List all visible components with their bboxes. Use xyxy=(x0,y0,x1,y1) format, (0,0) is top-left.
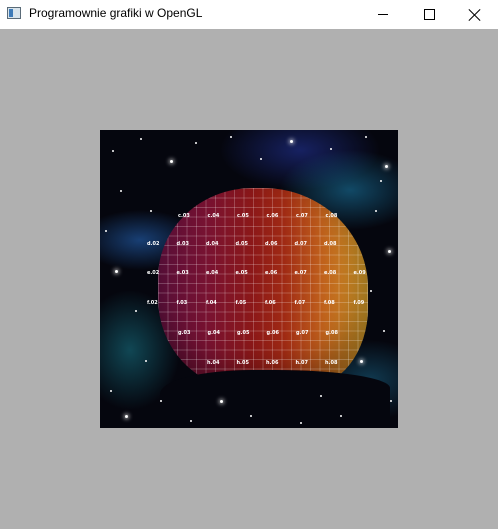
star xyxy=(230,136,232,138)
grid-cell-label: g.08 xyxy=(325,330,338,336)
star xyxy=(160,400,162,402)
grid-cell-label: g.04 xyxy=(207,330,220,336)
opengl-window: Programownie grafiki w OpenGL c.03 c.04 c.… xyxy=(0,0,498,529)
grid-cell-label: e.02 xyxy=(147,270,160,276)
star xyxy=(385,165,388,168)
grid-cell-label: c.03 xyxy=(178,213,190,219)
grid-cell-label: f.09 xyxy=(353,300,365,306)
grid-cell-label: e.03 xyxy=(176,270,189,276)
star xyxy=(260,158,262,160)
star xyxy=(190,420,192,422)
client-area: c.03 c.04 c.05 c.06 c.07 c.08 d.02 d.03 d.04 d.05… xyxy=(0,29,498,529)
grid-cell-label: f.05 xyxy=(235,300,247,306)
star xyxy=(375,210,377,212)
star xyxy=(388,250,391,253)
foreground-silhouette xyxy=(160,370,390,428)
grid-cell-label: g.06 xyxy=(266,330,279,336)
grid-cell-label: d.03 xyxy=(176,241,189,247)
grid-cell-label: c.04 xyxy=(207,213,220,219)
grid-cell-label: e.06 xyxy=(265,270,278,276)
grid-cell-label: g.05 xyxy=(237,330,250,336)
grid-cell-label: d.02 xyxy=(147,241,160,247)
grid-cell-label: d.04 xyxy=(206,241,219,247)
star xyxy=(370,290,372,292)
grid-cell-label: e.05 xyxy=(235,270,248,276)
minimize-button[interactable] xyxy=(360,0,406,29)
maximize-button[interactable] xyxy=(406,0,452,29)
star xyxy=(365,136,367,138)
star xyxy=(125,415,128,418)
grid-cell-label: e.04 xyxy=(206,270,219,276)
grid-cell-label: h.07 xyxy=(295,360,308,366)
opengl-viewport[interactable]: c.03 c.04 c.05 c.06 c.07 c.08 d.02 d.03 d.04 d.05… xyxy=(100,130,398,428)
grid-cell-label: e.08 xyxy=(324,270,337,276)
grid-cell-label: h.08 xyxy=(325,360,338,366)
grid-cell-label: e.07 xyxy=(294,270,307,276)
grid-cell-label: h.06 xyxy=(266,360,279,366)
grid-cell-label: g.03 xyxy=(178,330,191,336)
grid-cell-label: c.06 xyxy=(266,213,279,219)
star xyxy=(390,400,392,402)
grid-cell-label: f.07 xyxy=(294,300,306,306)
grid-cell-label: c.08 xyxy=(325,213,338,219)
grid-cell-label: h.04 xyxy=(207,360,220,366)
grid-cell-label: f.02 xyxy=(147,300,158,306)
star xyxy=(300,422,302,424)
close-icon xyxy=(469,9,481,21)
star xyxy=(195,142,197,144)
grid-cell-label: c.07 xyxy=(296,213,308,219)
star xyxy=(145,360,147,362)
title-bar[interactable]: Programownie grafiki w OpenGL xyxy=(0,0,498,29)
star xyxy=(320,395,322,397)
grid-cell-label: h.05 xyxy=(236,360,249,366)
grid-cell-label: f.03 xyxy=(176,300,188,306)
grid-cell-label: f.08 xyxy=(324,300,335,306)
close-button[interactable] xyxy=(452,0,498,29)
grid-cell-label: d.08 xyxy=(324,241,337,247)
star xyxy=(360,360,363,363)
star xyxy=(110,390,112,392)
star xyxy=(383,330,385,332)
star xyxy=(330,148,332,150)
star xyxy=(150,210,152,212)
minimize-icon xyxy=(378,14,388,15)
star xyxy=(290,140,293,143)
star xyxy=(112,150,114,152)
grid-cell-label: e.09 xyxy=(353,270,366,276)
app-window-icon xyxy=(7,7,21,19)
star xyxy=(140,138,142,140)
grid-cell-label: d.05 xyxy=(235,241,248,247)
star xyxy=(250,415,252,417)
maximize-icon xyxy=(423,9,435,20)
star xyxy=(220,400,223,403)
grid-cell-label: f.06 xyxy=(265,300,276,306)
star xyxy=(340,415,342,417)
grid-cell-label: d.06 xyxy=(265,241,278,247)
grid-cell-label: c.05 xyxy=(237,213,249,219)
grid-cell-label: d.07 xyxy=(294,241,307,247)
grid-cell-label: g.07 xyxy=(296,330,309,336)
star xyxy=(120,190,122,192)
star xyxy=(135,310,137,312)
star xyxy=(115,270,118,273)
star xyxy=(105,230,107,232)
grid-cell-label: f.04 xyxy=(206,300,217,306)
window-title: Programownie grafiki w OpenGL xyxy=(29,6,203,20)
star xyxy=(170,160,173,163)
star xyxy=(380,180,382,182)
